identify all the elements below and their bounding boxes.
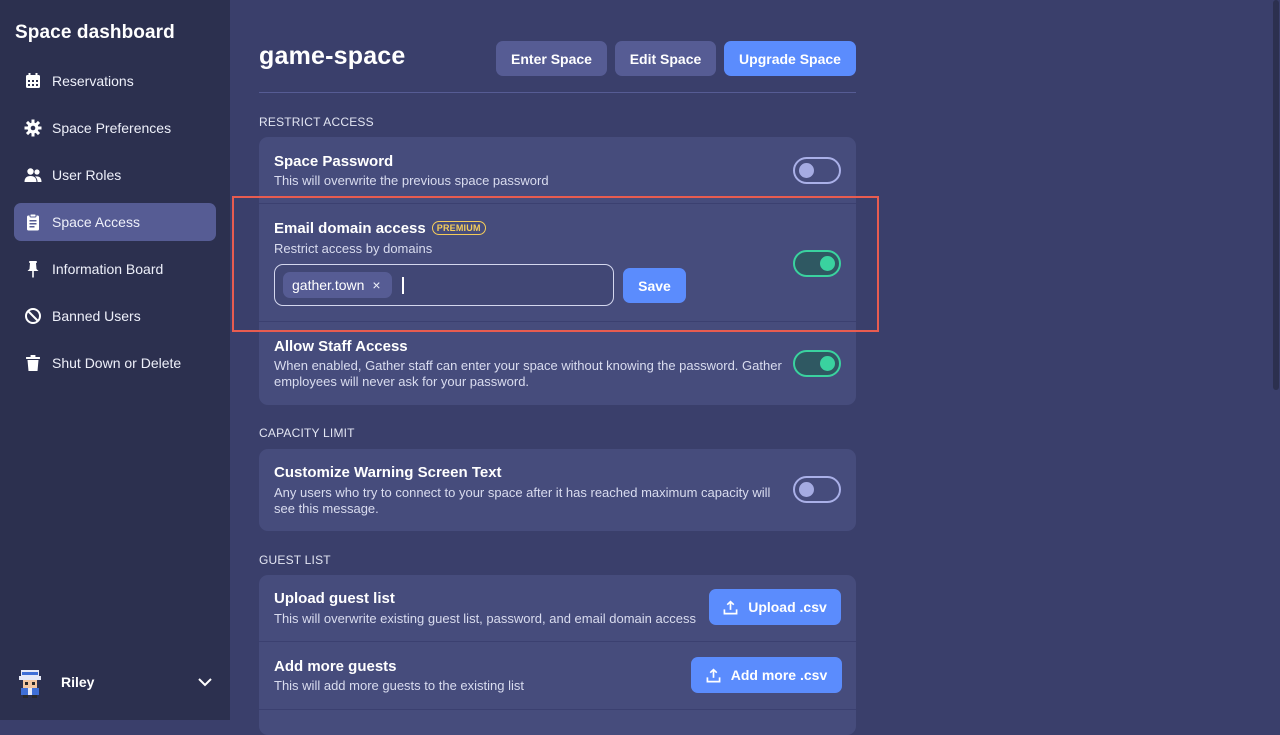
upload-icon: [706, 668, 721, 682]
section-heading-restrict-access: RESTRICT ACCESS: [259, 115, 374, 129]
staff-access-row: Allow Staff Access When enabled, Gather …: [259, 322, 856, 405]
add-guests-title: Add more guests: [274, 658, 397, 675]
sidebar: Space dashboard Reservations Space Prefe…: [0, 0, 230, 720]
highlight-box: [232, 196, 879, 332]
sidebar-item-shut-down-or-delete[interactable]: Shut Down or Delete: [14, 344, 216, 382]
sidebar-item-label: Reservations: [52, 73, 134, 89]
user-name: Riley: [61, 674, 95, 690]
guest-list-card: Upload guest list This will overwrite ex…: [259, 575, 856, 735]
sidebar-item-reservations[interactable]: Reservations: [14, 62, 216, 100]
sidebar-nav: Reservations Space Preferences User Role…: [14, 62, 216, 391]
row-divider: [259, 641, 856, 642]
avatar: [16, 668, 44, 698]
warning-text-title: Customize Warning Screen Text: [274, 464, 502, 481]
sidebar-item-space-access[interactable]: Space Access: [14, 203, 216, 241]
capacity-card: Customize Warning Screen Text Any users …: [259, 449, 856, 531]
staff-access-desc: When enabled, Gather staff can enter you…: [274, 358, 782, 389]
sidebar-item-label: Information Board: [52, 261, 164, 277]
upgrade-space-button[interactable]: Upgrade Space: [724, 41, 856, 76]
chevron-down-icon[interactable]: [196, 673, 214, 691]
sidebar-item-banned-users[interactable]: Banned Users: [14, 297, 216, 335]
section-heading-capacity-limit: CAPACITY LIMIT: [259, 426, 355, 440]
space-password-title: Space Password: [274, 153, 394, 170]
upload-guest-list-title: Upload guest list: [274, 590, 395, 607]
sidebar-item-label: Space Preferences: [52, 120, 172, 136]
trash-icon: [24, 354, 42, 372]
upload-csv-button[interactable]: Upload .csv: [709, 589, 841, 625]
upload-csv-label: Upload .csv: [748, 599, 827, 615]
scrollbar[interactable]: [1273, 0, 1279, 390]
edit-space-button[interactable]: Edit Space: [615, 41, 716, 76]
pin-icon: [24, 260, 42, 278]
warning-text-toggle[interactable]: [793, 476, 841, 503]
sidebar-item-label: Shut Down or Delete: [52, 355, 182, 371]
sidebar-item-user-roles[interactable]: User Roles: [14, 156, 216, 194]
ban-icon: [24, 307, 42, 325]
clipboard-icon: [24, 213, 42, 231]
sidebar-item-information-board[interactable]: Information Board: [14, 250, 216, 288]
add-more-csv-label: Add more .csv: [730, 667, 828, 683]
sidebar-item-label: Banned Users: [52, 308, 141, 324]
upload-guest-list-desc: This will overwrite existing guest list,…: [274, 611, 696, 626]
sidebar-title: Space dashboard: [15, 22, 175, 43]
header-divider: [259, 92, 856, 93]
add-guests-desc: This will add more guests to the existin…: [274, 678, 524, 693]
user-menu[interactable]: Riley: [0, 656, 230, 720]
space-password-row: Space Password This will overwrite the p…: [259, 137, 856, 203]
staff-access-title: Allow Staff Access: [274, 338, 408, 355]
enter-space-button[interactable]: Enter Space: [496, 41, 607, 76]
calendar-icon: [24, 72, 42, 90]
sidebar-item-label: User Roles: [52, 167, 122, 183]
gear-icon: [24, 119, 42, 137]
add-more-csv-button[interactable]: Add more .csv: [691, 657, 842, 693]
space-password-toggle[interactable]: [793, 157, 841, 184]
staff-access-toggle[interactable]: [793, 350, 841, 377]
upload-icon: [723, 600, 738, 614]
warning-text-desc: Any users who try to connect to your spa…: [274, 485, 771, 516]
section-heading-guest-list: GUEST LIST: [259, 553, 331, 567]
space-password-desc: This will overwrite the previous space p…: [274, 173, 549, 188]
users-icon: [24, 166, 42, 184]
sidebar-item-space-preferences[interactable]: Space Preferences: [14, 109, 216, 147]
sidebar-item-label: Space Access: [52, 214, 140, 230]
page-title: game-space: [259, 42, 406, 70]
row-divider: [259, 709, 856, 710]
